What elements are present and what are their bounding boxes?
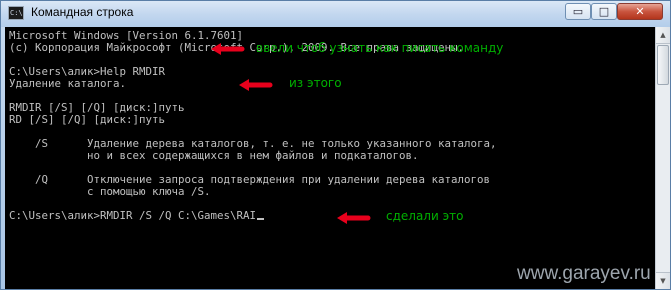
red-arrow-icon-2 xyxy=(239,79,273,91)
console-prompt-text: C:\Users\алик>RMDIR /S /Q C:\Games\RAI xyxy=(9,209,257,222)
vertical-scrollbar[interactable]: ▲ ▼ xyxy=(655,27,670,289)
window-title: Командная строка xyxy=(31,5,134,19)
cmd-app-icon[interactable]: C:\ xyxy=(8,6,24,20)
scroll-thumb[interactable] xyxy=(657,45,669,85)
console-line-s-option-cont: но и всех содержащихся в нем файлов и по… xyxy=(9,149,419,162)
maximize-button[interactable]: □ xyxy=(591,3,617,20)
annotation-help-command: ввели чтоб узнать как писать команду xyxy=(256,41,504,55)
red-arrow-icon-1 xyxy=(211,43,245,55)
console-line-description: Удаление каталога. xyxy=(9,77,127,90)
scroll-up-icon[interactable]: ▲ xyxy=(656,27,670,44)
title-bar[interactable]: C:\ Командная строка ▭ □ ✕ xyxy=(1,1,670,27)
console-line-q-option-cont: с помощью ключа /S. xyxy=(9,185,211,198)
scroll-down-icon[interactable]: ▼ xyxy=(656,272,670,289)
console-line-syntax-rd: RD [/S] [/Q] [диск:]путь xyxy=(9,113,166,126)
text-cursor xyxy=(257,218,265,220)
console-window: C:\ Командная строка ▭ □ ✕ Microsoft Win… xyxy=(0,0,671,290)
console-output[interactable]: Microsoft Windows [Version 6.1.7601] (c)… xyxy=(5,27,655,289)
annotation-from-this: из этого xyxy=(289,76,342,90)
annotation-did-this: сделали это xyxy=(386,209,464,223)
red-arrow-icon-3 xyxy=(337,212,371,224)
minimize-button[interactable]: ▭ xyxy=(565,3,591,20)
close-button[interactable]: ✕ xyxy=(617,3,663,20)
console-line-rmdir-command: C:\Users\алик>RMDIR /S /Q C:\Games\RAI xyxy=(9,209,265,222)
watermark-text: www.garayev.ru xyxy=(517,263,651,284)
